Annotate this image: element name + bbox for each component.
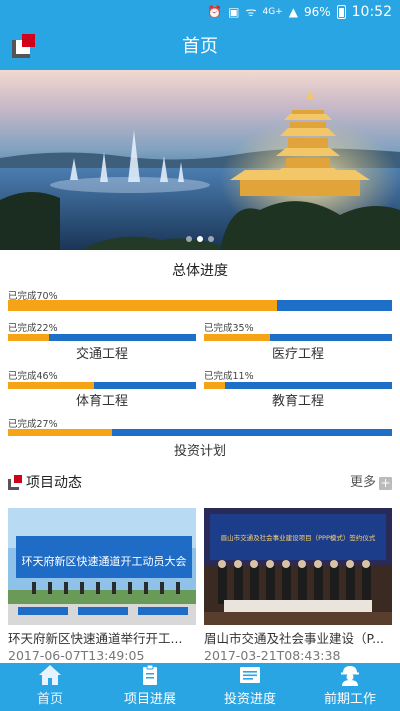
progress-fill-education — [204, 382, 225, 389]
carousel-dot[interactable] — [208, 236, 214, 242]
nav-label-investment-progress: 投资进度 — [223, 692, 276, 707]
network-type-label: 4G+ — [262, 6, 283, 17]
news-card-image-caption: 眉山市交通及社会事业建设项目（PPP模式）签约仪式 — [221, 533, 376, 542]
progress-label-medical[interactable]: 医疗工程 — [204, 343, 392, 362]
battery-percent: 96% — [303, 5, 331, 19]
overall-progress-fill — [8, 300, 277, 311]
progress-bar-sports — [8, 382, 196, 389]
banner-image — [0, 90, 400, 250]
signal-icon: ▲ — [288, 5, 298, 19]
plus-icon: + — [379, 475, 392, 490]
progress-fill-traffic — [8, 334, 50, 341]
news-card-title[interactable]: 眉山市交通及社会事业建设（P... — [204, 628, 392, 647]
overall-progress-bar — [8, 300, 392, 311]
nav-label-preliminary-work: 前期工作 — [323, 692, 376, 707]
carousel-dot-active[interactable] — [197, 236, 203, 242]
progress-label-traffic[interactable]: 交通工程 — [8, 343, 196, 362]
progress-text-education: 已完成11% — [204, 371, 254, 382]
status-bar: ⏰ ▣ ᯤ 4G+ ▲ 96% 10:52 — [0, 0, 400, 24]
news-header: 项目动态 更多 + — [8, 473, 392, 493]
app-bar: 首页 — [0, 24, 400, 70]
list-icon — [240, 667, 260, 683]
notification-icon: ▣ — [228, 5, 240, 19]
section-logo-icon — [8, 475, 23, 490]
carousel-dot[interactable] — [186, 236, 192, 242]
more-button[interactable]: 更多 + — [350, 473, 392, 493]
progress-label-education[interactable]: 教育工程 — [204, 390, 392, 409]
nav-label-project-progress: 项目进展 — [123, 692, 176, 707]
carousel-indicator — [186, 236, 214, 242]
news-card-image: 环天府新区快速通道开工动员大会 — [8, 508, 196, 625]
banner-carousel[interactable] — [0, 70, 400, 250]
progress-bar-traffic — [8, 334, 196, 341]
news-section-title: 项目动态 — [26, 475, 82, 491]
progress-bar-medical — [204, 334, 392, 341]
alarm-icon: ⏰ — [207, 5, 223, 19]
news-card-date: 2017-06-07T13:49:05 — [8, 648, 145, 663]
more-label: 更多 — [349, 475, 376, 490]
worker-icon — [341, 666, 359, 686]
progress-text-sports: 已完成46% — [8, 371, 58, 382]
home-icon — [39, 665, 61, 685]
nav-item-home[interactable]: 首页 — [0, 663, 100, 711]
nav-label-home: 首页 — [36, 692, 63, 707]
nav-item-investment-progress[interactable]: 投资进度 — [200, 663, 300, 711]
bottom-navigation: 首页 项目进展 投资进度 前期工作 — [0, 663, 400, 711]
progress-fill-investment — [8, 429, 112, 436]
page-title: 首页 — [182, 36, 218, 57]
app-logo — [12, 34, 36, 58]
progress-label-investment[interactable]: 投资计划 — [0, 440, 400, 459]
progress-text-traffic: 已完成22% — [8, 323, 58, 334]
progress-section-title: 总体进度 — [172, 263, 228, 279]
news-card[interactable]: 环天府新区快速通道开工动员大会 环天府新区快速通道举行开工... 2017-06… — [8, 508, 196, 663]
progress-label-sports[interactable]: 体育工程 — [8, 390, 196, 409]
progress-fill-sports — [8, 382, 95, 389]
news-card-date: 2017-03-21T08:43:38 — [204, 648, 341, 663]
wifi-icon: ᯤ — [245, 5, 257, 19]
news-card[interactable]: 眉山市交通及社会事业建设项目（PPP模式）签约仪式 眉山市交通及社会事业建设（P… — [204, 508, 392, 663]
clock: 10:52 — [351, 4, 392, 20]
news-card-image-caption: 环天府新区快速通道开工动员大会 — [22, 554, 187, 568]
progress-bar-investment — [8, 429, 392, 436]
nav-item-preliminary-work[interactable]: 前期工作 — [300, 663, 400, 711]
progress-text-medical: 已完成35% — [204, 323, 254, 334]
progress-fill-medical — [204, 334, 270, 341]
clipboard-icon — [143, 664, 157, 685]
progress-text-investment: 已完成27% — [8, 419, 58, 430]
nav-item-project-progress[interactable]: 项目进展 — [100, 663, 200, 711]
progress-bar-education — [204, 382, 392, 389]
news-card-title[interactable]: 环天府新区快速通道举行开工... — [8, 628, 196, 647]
news-card-image: 眉山市交通及社会事业建设项目（PPP模式）签约仪式 — [204, 508, 392, 625]
battery-icon — [336, 5, 346, 19]
